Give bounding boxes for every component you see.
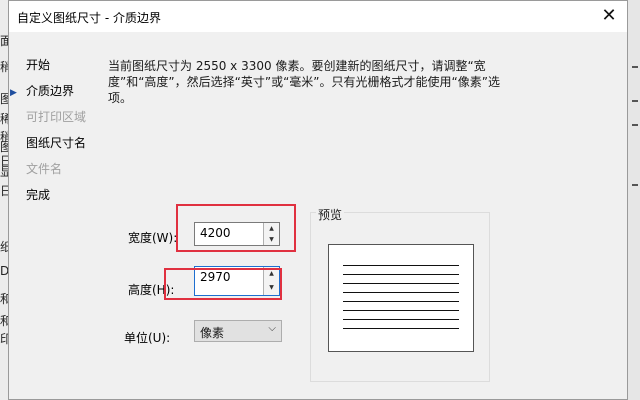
step-label: 图纸尺寸名 <box>26 136 87 150</box>
chevron-down-icon: ⌵ <box>268 323 276 334</box>
preview-line <box>343 301 459 302</box>
step-paper-size-name[interactable]: 图纸尺寸名 <box>10 134 100 160</box>
unit-selected-value: 像素 <box>200 326 225 340</box>
preview-line <box>343 328 459 329</box>
step-printable-area: 可打印区域 <box>10 108 100 134</box>
bg-marker <box>632 124 638 126</box>
step-media-bounds[interactable]: ▶ 介质边界 <box>10 82 100 108</box>
step-label: 介质边界 <box>26 84 75 98</box>
step-finish[interactable]: 完成 <box>10 186 100 212</box>
width-highlight-box <box>176 204 296 252</box>
step-label: 开始 <box>26 58 51 72</box>
bg-marker <box>632 100 638 102</box>
unit-label: 单位(U): <box>124 331 171 345</box>
step-label: 完成 <box>26 188 51 202</box>
preview-line <box>343 292 459 293</box>
preview-line <box>343 265 459 266</box>
bg-marker <box>632 184 638 186</box>
step-label: 文件名 <box>26 162 63 176</box>
bg-marker <box>632 66 638 68</box>
step-start[interactable]: 开始 <box>10 56 100 82</box>
description-text: 当前图纸尺寸为 2550 x 3300 像素。要创建新的图纸尺寸，请调整“宽度”… <box>108 59 500 105</box>
height-highlight-box <box>164 268 282 300</box>
background-app-right-edge <box>627 0 640 400</box>
title-bar[interactable]: 自定义图纸尺寸 - 介质边界 ✕ <box>9 1 627 32</box>
preview-line <box>343 310 459 311</box>
unit-select[interactable]: 像素 ⌵ <box>194 320 282 342</box>
dialog-title: 自定义图纸尺寸 - 介质边界 <box>17 11 161 25</box>
wizard-steps: 开始 ▶ 介质边界 可打印区域 图纸尺寸名 文件名 完成 <box>10 56 100 212</box>
preview-line <box>343 274 459 275</box>
preview-line <box>343 319 459 320</box>
width-label: 宽度(W): <box>128 231 178 245</box>
preview-title: 预览 <box>316 206 345 223</box>
step-file-name: 文件名 <box>10 160 100 186</box>
close-icon[interactable]: ✕ <box>597 4 621 28</box>
step-label: 可打印区域 <box>26 110 87 124</box>
current-step-arrow-icon: ▶ <box>10 88 17 98</box>
preview-paper <box>328 244 474 352</box>
preview-line <box>343 283 459 284</box>
